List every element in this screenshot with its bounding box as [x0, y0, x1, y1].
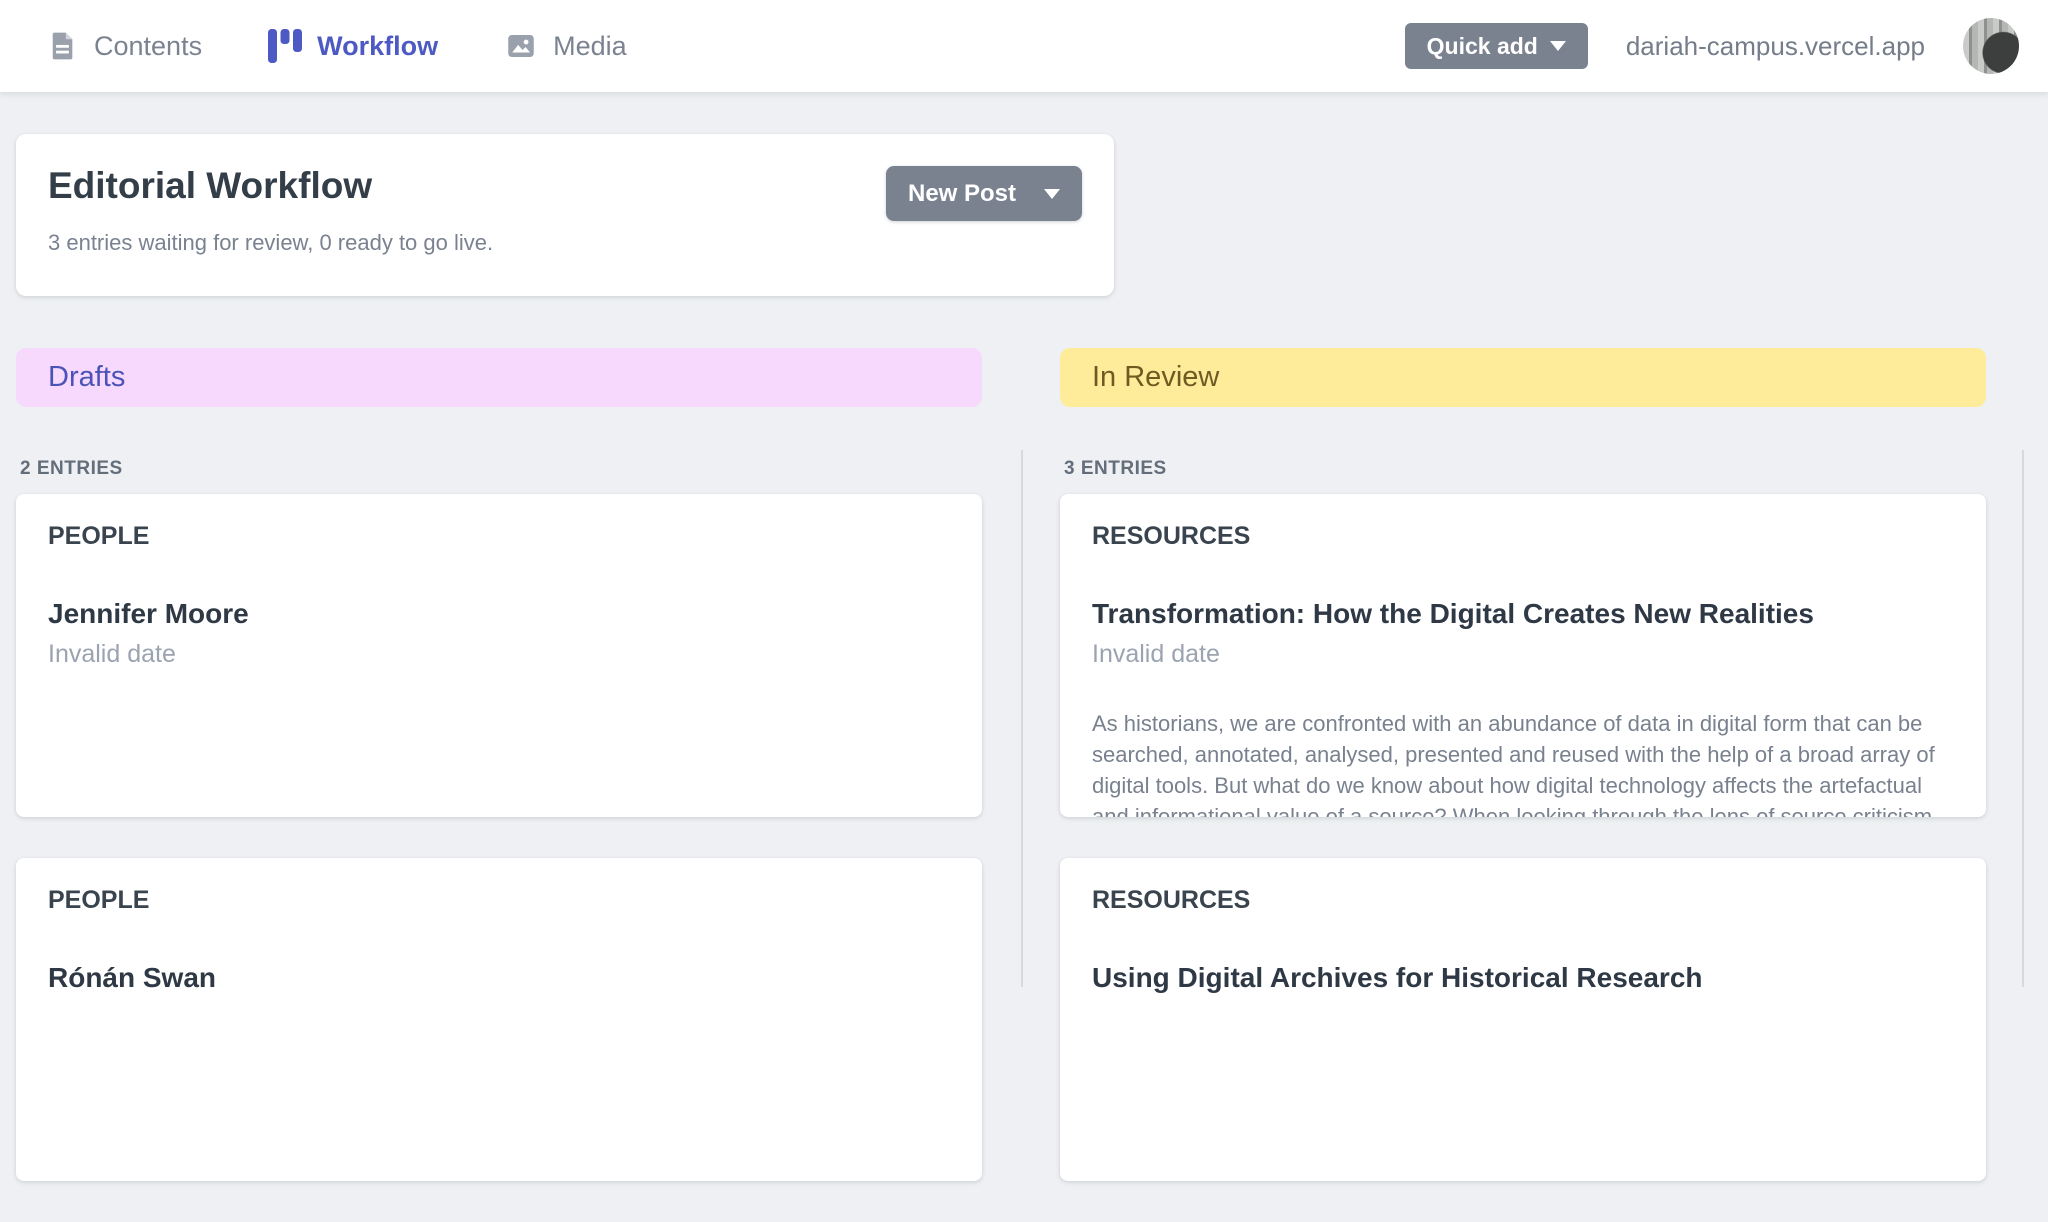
card-collection-label: RESOURCES: [1092, 522, 1954, 550]
nav-tab-contents[interactable]: Contents: [47, 29, 202, 63]
workflow-card[interactable]: PEOPLE Rónán Swan: [16, 858, 982, 1181]
nav-tab-workflow[interactable]: Workflow: [268, 28, 438, 64]
entries-count: 3 ENTRIES: [1064, 458, 1986, 480]
site-link[interactable]: dariah-campus.vercel.app: [1626, 31, 1925, 62]
card-title: Jennifer Moore: [48, 596, 950, 632]
quick-add-button[interactable]: Quick add: [1405, 23, 1588, 69]
card-date: Invalid date: [48, 640, 950, 668]
workflow-page: Editorial Workflow 3 entries waiting for…: [0, 92, 2048, 987]
workflow-column-drafts: Drafts 2 ENTRIES PEOPLE Jennifer Moore Inval…: [16, 348, 982, 1222]
nav-actions: Quick add dariah-campus.vercel.app: [1405, 18, 2048, 74]
file-text-icon: [47, 29, 79, 63]
quick-add-label: Quick add: [1427, 33, 1538, 60]
nav-tab-label: Media: [553, 31, 627, 62]
column-header-drafts: Drafts: [16, 348, 982, 407]
card-collection-label: PEOPLE: [48, 522, 950, 550]
column-header-in-review: In Review: [1060, 348, 1986, 407]
card-collection-label: RESOURCES: [1092, 886, 1954, 914]
nav-tab-label: Workflow: [317, 31, 438, 62]
card-date: Invalid date: [1092, 640, 1954, 668]
top-nav: Contents Workflow Media: [0, 0, 2048, 92]
workflow-card[interactable]: RESOURCES Using Digital Archives for Hist…: [1060, 858, 1986, 1181]
card-excerpt: As historians, we are confronted with an…: [1092, 708, 1954, 817]
card-list: PEOPLE Jennifer Moore Invalid date PEOPLE Ró…: [16, 494, 982, 1181]
nav-tabs: Contents Workflow Media: [0, 0, 693, 92]
media-image-icon: [504, 29, 538, 63]
card-title: Rónán Swan: [48, 960, 950, 996]
entries-count: 2 ENTRIES: [20, 458, 982, 480]
card-collection-label: PEOPLE: [48, 886, 950, 914]
nav-tab-media[interactable]: Media: [504, 29, 627, 63]
workflow-card[interactable]: PEOPLE Jennifer Moore Invalid date: [16, 494, 982, 817]
workflow-card[interactable]: RESOURCES Transformation: How the Digital…: [1060, 494, 1986, 817]
workflow-column-in-review: In Review 3 ENTRIES RESOURCES Transformatio…: [1060, 348, 1986, 1222]
card-title: Using Digital Archives for Historical Re…: [1092, 960, 1954, 996]
workflow-summary: 3 entries waiting for review, 0 ready to…: [48, 230, 1082, 256]
caret-down-icon: [1550, 41, 1566, 51]
column-divider: [1021, 450, 1023, 987]
column-divider: [2022, 450, 2024, 987]
avatar[interactable]: [1963, 18, 2019, 74]
workflow-columns-icon: [268, 28, 302, 64]
column-title: Drafts: [48, 361, 125, 394]
nav-tab-label: Contents: [94, 31, 202, 62]
workflow-header-card: Editorial Workflow 3 entries waiting for…: [16, 134, 1114, 296]
card-title: Transformation: How the Digital Creates …: [1092, 596, 1954, 632]
card-list: RESOURCES Transformation: How the Digital…: [1060, 494, 1986, 1181]
new-post-button[interactable]: New Post: [886, 166, 1082, 221]
new-post-label: New Post: [908, 180, 1016, 208]
column-title: In Review: [1092, 361, 1219, 394]
caret-down-icon: [1044, 189, 1060, 199]
